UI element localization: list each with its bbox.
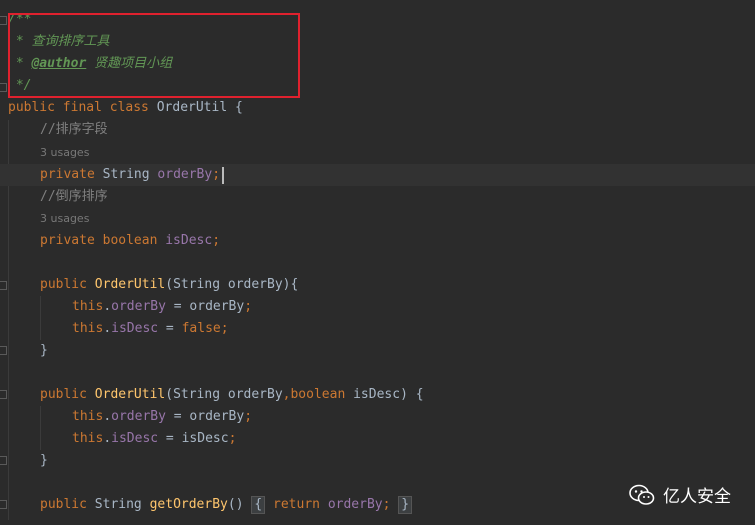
ctor-name: OrderUtil [94,387,166,402]
code-line[interactable]: private boolean isDesc; [0,230,755,252]
field-ref: orderBy [327,497,383,512]
method-name: getOrderBy [149,497,228,512]
ctor-param-1: (String orderBy [165,387,283,402]
semicolon: ; [244,299,253,314]
ctor-modifier: public [40,387,95,402]
folded-close-brace[interactable]: } [398,496,413,514]
assignment: = [158,321,182,336]
code-line[interactable]: } [0,340,755,362]
semicolon: ; [382,497,399,512]
text-caret [222,167,224,184]
wechat-icon [629,484,655,506]
code-line[interactable]: this.isDesc = false; [0,318,755,340]
code-line-current[interactable]: private String orderBy; [0,164,755,186]
assignment: = orderBy [165,299,245,314]
ctor-name: OrderUtil [94,277,166,292]
doc-highlight-box [8,13,300,98]
field-orderby: orderBy [157,167,213,182]
code-line[interactable]: public OrderUtil(String orderBy){ [0,274,755,296]
this-keyword: this [72,431,104,446]
code-editor[interactable]: /** * 查询排序工具 * @author 贤趣项目小组 */ public … [0,0,755,525]
method-parens: () [227,497,252,512]
watermark-text: 亿人安全 [663,487,731,507]
field-ref: orderBy [111,299,166,314]
semicolon: ; [228,431,237,446]
ctor-modifier: public [40,277,95,292]
code-line[interactable]: this.orderBy = orderBy; [0,296,755,318]
dot: . [103,299,112,314]
dot: . [103,409,112,424]
field-isdesc: isDesc [165,233,213,248]
class-keywords: public final class [8,100,157,115]
comment-desc: //倒序排序 [40,189,108,204]
false-literal: false [181,321,221,336]
boolean-keyword: boolean [290,387,354,402]
field-modifier: private [40,167,103,182]
this-keyword: this [72,409,104,424]
folded-open-brace[interactable]: { [251,496,266,514]
field-ref: isDesc [111,431,159,446]
dot: . [103,431,112,446]
watermark: 亿人安全 [629,482,731,507]
field-type: String [102,167,158,182]
ctor-params: (String orderBy){ [165,277,299,292]
field-ref: isDesc [111,321,159,336]
code-line[interactable]: } [0,450,755,472]
semicolon: ; [212,233,221,248]
field-modifier: private boolean [40,233,166,248]
code-line[interactable]: public final class OrderUtil { [0,97,755,119]
usages-hint[interactable]: 3 usages [40,208,89,230]
return-type: String [94,497,150,512]
code-line[interactable]: public OrderUtil(String orderBy,boolean … [0,384,755,406]
close-brace: } [40,453,48,468]
semicolon: ; [244,409,253,424]
method-modifier: public [40,497,95,512]
close-brace: } [40,343,48,358]
dot: . [103,321,112,336]
return-keyword: return [265,497,328,512]
field-ref: orderBy [111,409,166,424]
this-keyword: this [72,299,104,314]
assignment: = isDesc [158,431,229,446]
class-name: OrderUtil [156,100,228,115]
assignment: = orderBy [165,409,245,424]
ctor-param-2: isDesc) { [353,387,424,402]
usages-hint[interactable]: 3 usages [40,142,89,164]
semicolon: ; [212,167,221,182]
class-open-brace: { [227,100,243,115]
this-keyword: this [72,321,104,336]
semicolon: ; [220,321,229,336]
code-line[interactable]: this.orderBy = orderBy; [0,406,755,428]
code-line[interactable]: this.isDesc = isDesc; [0,428,755,450]
code-line[interactable]: //排序字段 [0,119,755,141]
comment-sort-field: //排序字段 [40,122,108,137]
code-line[interactable]: //倒序排序 [0,186,755,208]
